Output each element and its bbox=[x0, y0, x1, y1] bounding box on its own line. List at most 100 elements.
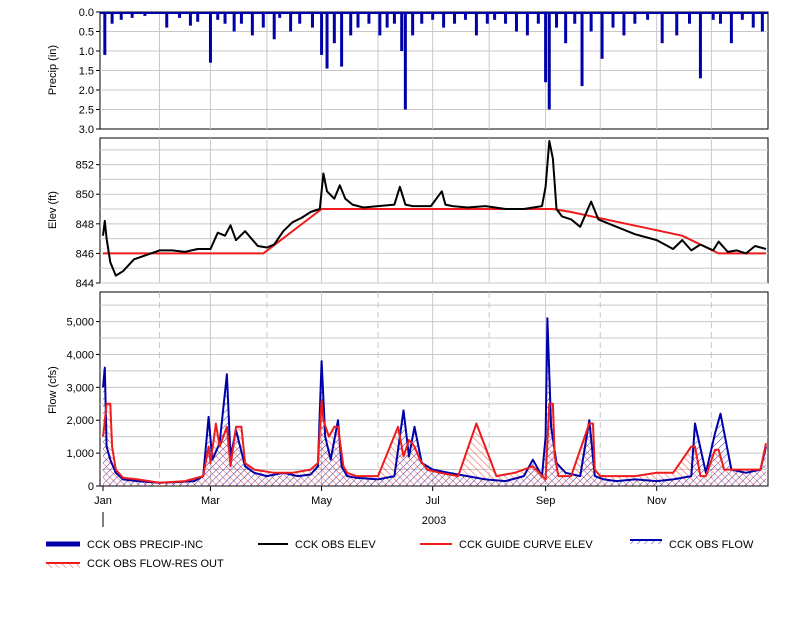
flow-y-tick-label: 5,000 bbox=[66, 317, 94, 329]
precip-bar bbox=[420, 12, 424, 24]
elevation-y-tick-label: 846 bbox=[76, 248, 94, 260]
elevation-y-tick-label: 844 bbox=[76, 278, 94, 290]
precip-bar bbox=[718, 12, 722, 24]
precip-bar bbox=[698, 12, 702, 79]
legend-label-precip: CCK OBS PRECIP-INC bbox=[87, 539, 203, 551]
elevation-y-axis-label: Elev (ft) bbox=[47, 191, 59, 229]
precip-y-axis-label: Precip (in) bbox=[47, 45, 59, 95]
flow-y-tick-label: 1,000 bbox=[66, 448, 94, 460]
precip-bar bbox=[547, 12, 551, 110]
flow-y-tick-label: 2,000 bbox=[66, 415, 94, 427]
precip-bar bbox=[411, 12, 415, 36]
precip-bar bbox=[544, 12, 548, 83]
legend-item-obs-elev: CCK OBS ELEV bbox=[258, 539, 376, 551]
precip-bar bbox=[573, 12, 577, 24]
legend-item-obs-flow: CCK OBS FLOW bbox=[630, 539, 754, 551]
precip-bar bbox=[278, 12, 282, 18]
precip-bar bbox=[367, 12, 371, 24]
precip-bar bbox=[332, 12, 336, 44]
precip-y-tick-label: 0.5 bbox=[79, 27, 94, 39]
precip-bar bbox=[504, 12, 508, 24]
x-tick-label: Mar bbox=[201, 495, 220, 507]
precip-bar bbox=[340, 12, 344, 67]
precip-bar bbox=[646, 12, 650, 20]
precip-bar bbox=[325, 12, 329, 69]
legend-item-precip: CCK OBS PRECIP-INC bbox=[46, 539, 203, 551]
precip-bar bbox=[250, 12, 254, 36]
precip-bar bbox=[208, 12, 212, 63]
chart-canvas: 0.0 0.5 1.0 1.5 2.0 2.5 3.0 844 846 848 850 852 0 1,0… bbox=[46, 7, 769, 570]
flow-y-tick-label: 0 bbox=[88, 481, 94, 493]
legend-label-obs-flow: CCK OBS FLOW bbox=[669, 539, 754, 551]
precip-bar bbox=[188, 12, 192, 26]
precip-bar bbox=[555, 12, 559, 28]
precip-bar bbox=[633, 12, 637, 24]
x-tick-label: May bbox=[311, 495, 332, 507]
precip-bar bbox=[310, 12, 314, 28]
precip-bar bbox=[589, 12, 593, 32]
precip-bar bbox=[216, 12, 220, 20]
precip-bar bbox=[611, 12, 615, 28]
precip-bar bbox=[431, 12, 435, 20]
precip-bar bbox=[463, 12, 467, 20]
precip-bar bbox=[711, 12, 715, 20]
precip-bar bbox=[600, 12, 604, 59]
precip-bar bbox=[688, 12, 691, 24]
precip-bar bbox=[474, 12, 478, 36]
x-axis-year-label: 2003 bbox=[422, 515, 446, 527]
precip-bar bbox=[165, 12, 169, 28]
precip-bar bbox=[580, 12, 584, 87]
precip-bar bbox=[320, 12, 324, 55]
precip-bar bbox=[536, 12, 540, 24]
elevation-y-tick-label: 852 bbox=[76, 160, 94, 172]
precip-bar bbox=[119, 12, 123, 20]
precip-bar bbox=[232, 12, 236, 32]
elevation-plot-frame bbox=[99, 137, 769, 284]
x-tick-label: Sep bbox=[536, 495, 556, 507]
precip-bar bbox=[196, 12, 200, 22]
legend-label-obs-elev: CCK OBS ELEV bbox=[295, 539, 376, 551]
precip-bar bbox=[378, 12, 382, 36]
precip-bar bbox=[239, 12, 243, 24]
legend-label-guide-curve: CCK GUIDE CURVE ELEV bbox=[459, 539, 593, 551]
elevation-y-tick-label: 850 bbox=[76, 189, 94, 201]
precip-bar bbox=[622, 12, 626, 36]
x-tick-label: Jul bbox=[426, 495, 440, 507]
precip-y-tick-label: 2.5 bbox=[79, 105, 94, 117]
flow-y-axis-label: Flow (cfs) bbox=[47, 366, 59, 414]
precip-bar bbox=[729, 12, 733, 44]
precip-bar bbox=[493, 12, 497, 20]
precip-y-tick-label: 3.0 bbox=[79, 124, 94, 136]
precip-bar bbox=[223, 12, 227, 24]
precip-bar bbox=[453, 12, 457, 24]
precip-bar bbox=[298, 12, 302, 24]
flow-y-tick-label: 3,000 bbox=[66, 382, 94, 394]
precip-bar bbox=[143, 12, 147, 16]
precip-bar bbox=[385, 12, 389, 28]
precip-y-tick-label: 1.0 bbox=[79, 46, 94, 58]
precip-bar bbox=[740, 12, 744, 20]
precip-bar bbox=[349, 12, 353, 36]
precip-bar bbox=[289, 12, 293, 32]
precip-bar bbox=[751, 12, 755, 28]
precip-bar bbox=[525, 12, 529, 36]
precip-bar bbox=[442, 12, 446, 28]
x-tick-label: Jan bbox=[94, 495, 112, 507]
elevation-y-tick-label: 848 bbox=[76, 219, 94, 231]
precip-bar bbox=[760, 12, 764, 32]
legend-label-res-out: CCK OBS FLOW-RES OUT bbox=[87, 558, 224, 570]
flow-y-tick-label: 4,000 bbox=[66, 349, 94, 361]
precip-y-tick-label: 0.0 bbox=[79, 7, 94, 19]
precip-bar bbox=[392, 12, 396, 24]
precip-bar bbox=[103, 12, 107, 55]
precip-bar bbox=[178, 12, 181, 18]
precip-bar bbox=[403, 12, 407, 110]
precip-bar bbox=[514, 12, 518, 32]
x-tick-label: Nov bbox=[647, 495, 667, 507]
precip-bar bbox=[564, 12, 568, 44]
legend: CCK OBS PRECIP-INC CCK OBS ELEV CCK GUID… bbox=[46, 539, 754, 570]
precip-y-tick-label: 1.5 bbox=[79, 66, 94, 78]
precip-bar bbox=[356, 12, 360, 28]
legend-item-guide-curve: CCK GUIDE CURVE ELEV bbox=[420, 539, 593, 551]
precip-bar bbox=[400, 12, 404, 51]
